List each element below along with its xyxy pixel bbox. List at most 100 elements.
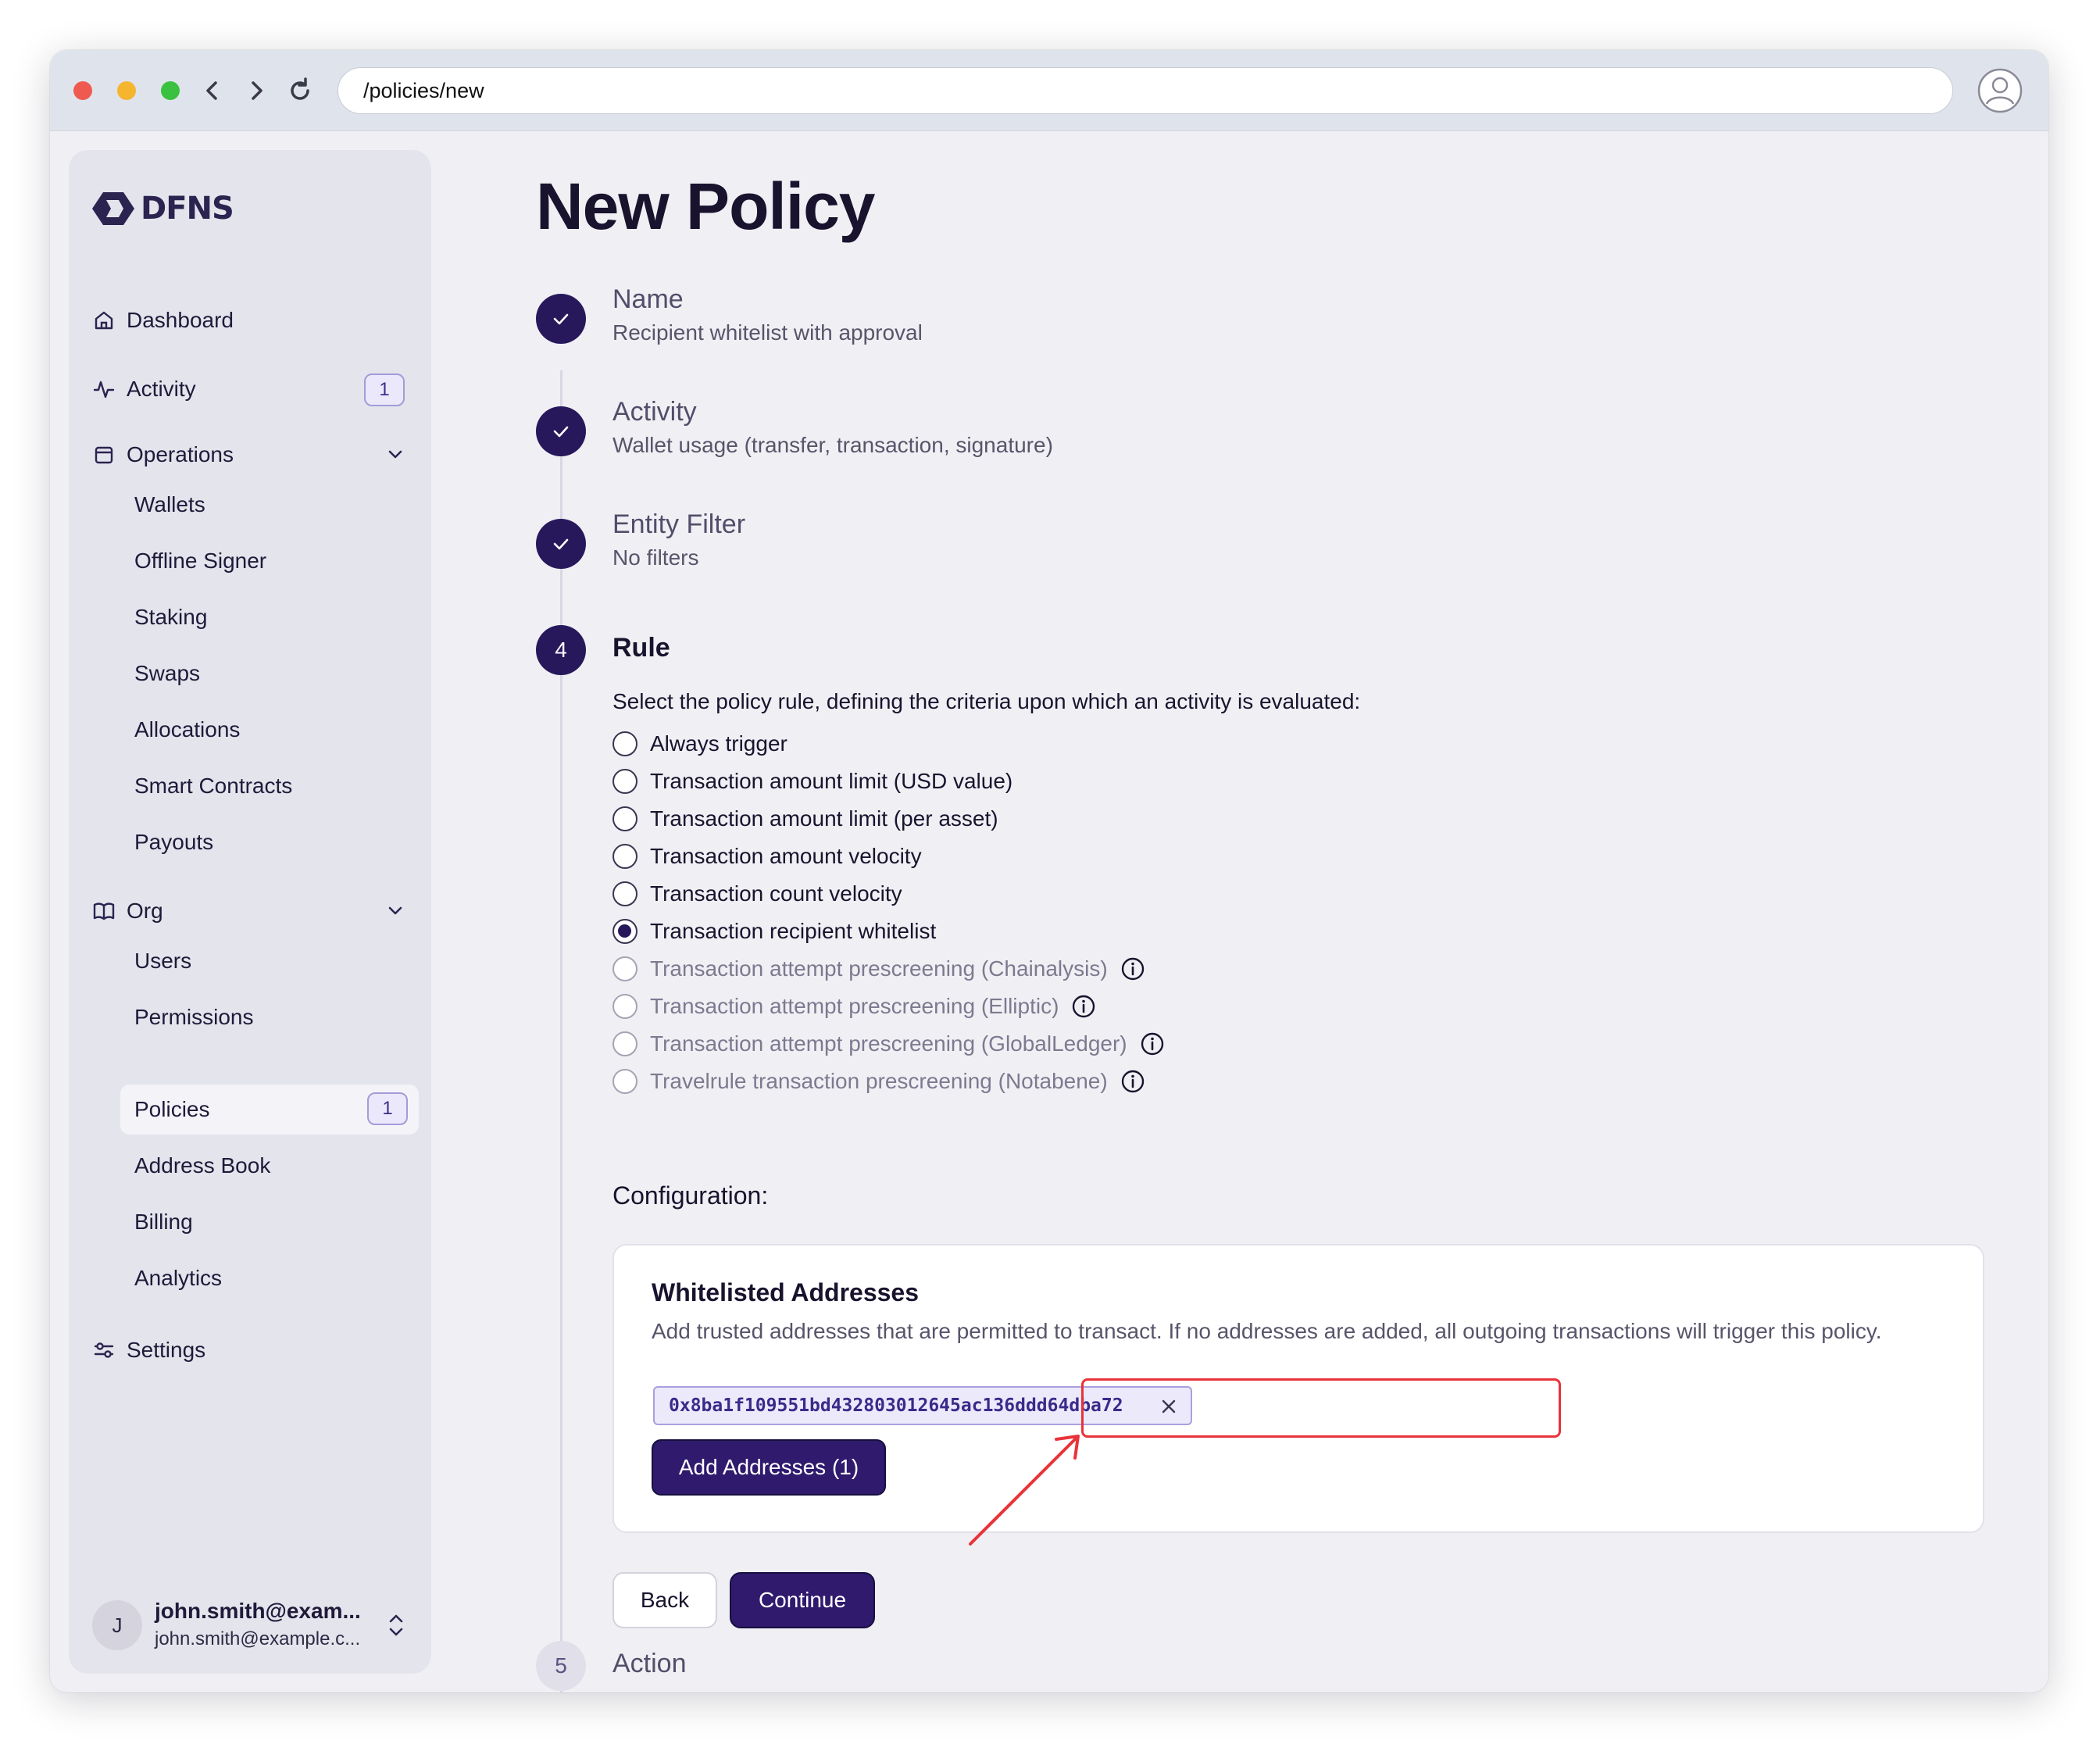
forward-nav-icon[interactable] (241, 75, 272, 106)
nav-item-wallets[interactable]: Wallets (134, 489, 205, 520)
rule-option-amount-limit-asset[interactable]: Transaction amount limit (per asset) (612, 803, 998, 834)
check-icon (553, 426, 569, 438)
main-content: New Policy Name Recipient whitelist with… (488, 50, 2048, 1692)
nav-activity[interactable]: Activity (92, 373, 196, 405)
step-2-complete-circle (536, 406, 586, 456)
radio-button[interactable] (612, 881, 638, 906)
radio-button-disabled (612, 994, 638, 1019)
back-button[interactable]: Back (612, 1572, 717, 1628)
radio-button-disabled (612, 1069, 638, 1094)
nav-activity-label: Activity (127, 377, 196, 401)
info-icon[interactable] (1140, 1031, 1165, 1056)
radio-button-selected[interactable] (612, 919, 638, 944)
info-icon[interactable] (1071, 994, 1096, 1019)
policies-count-badge: 1 (367, 1092, 408, 1125)
operations-chevron-down-icon[interactable] (384, 444, 406, 466)
radio-button[interactable] (612, 769, 638, 794)
step-1-title: Name (612, 284, 684, 314)
step-3-title: Entity Filter (612, 509, 746, 539)
radio-button-disabled (612, 956, 638, 981)
sidebar: DFNS Dashboard Activity 1 Operations Wal… (69, 150, 431, 1674)
nav-org-label: Org (127, 899, 163, 923)
nav-settings[interactable]: Settings (92, 1335, 205, 1366)
nav-item-staking[interactable]: Staking (134, 602, 207, 633)
nav-item-permissions[interactable]: Permissions (134, 1002, 253, 1033)
reload-icon[interactable] (284, 75, 316, 106)
nav-item-allocations[interactable]: Allocations (134, 714, 240, 745)
user-account-menu[interactable]: J john.smith@exam... john.smith@example.… (92, 1596, 420, 1655)
nav-item-users[interactable]: Users (134, 945, 191, 977)
step-3-description: No filters (612, 545, 699, 570)
activity-pulse-icon (93, 381, 115, 398)
rule-option-globalledger: Transaction attempt prescreening (Global… (612, 1028, 1165, 1060)
settings-sliders-icon (94, 1342, 114, 1358)
rule-option-amount-velocity[interactable]: Transaction amount velocity (612, 841, 922, 872)
step-2-description: Wallet usage (transfer, transaction, sig… (612, 433, 1053, 457)
rule-option-notabene: Travelrule transaction prescreening (Not… (612, 1066, 1145, 1097)
step-1-description: Recipient whitelist with approval (612, 320, 923, 345)
radio-button[interactable] (612, 844, 638, 869)
nav-org[interactable]: Org (92, 895, 163, 927)
nav-item-swaps[interactable]: Swaps (134, 658, 200, 689)
rule-option-label: Transaction amount limit (per asset) (650, 806, 998, 831)
nav-operations[interactable]: Operations (92, 439, 412, 470)
address-chip-text: 0x8ba1f109551bd432803012645ac136ddd64dba… (669, 1396, 1123, 1416)
rule-option-chainalysis: Transaction attempt prescreening (Chaina… (612, 953, 1145, 985)
dfns-logo[interactable]: DFNS (92, 189, 234, 228)
rule-option-label: Transaction attempt prescreening (Ellipt… (650, 994, 1059, 1018)
rule-option-label: Always trigger (650, 731, 788, 756)
rule-option-amount-limit-usd[interactable]: Transaction amount limit (USD value) (612, 766, 1012, 797)
maximize-window-dot[interactable] (161, 81, 180, 100)
step-2-title: Activity (612, 397, 697, 427)
nav-item-analytics[interactable]: Analytics (134, 1263, 222, 1294)
user-name: john.smith@exam... (155, 1599, 361, 1623)
nav-item-offline-signer[interactable]: Offline Signer (134, 545, 266, 577)
rule-option-label: Transaction count velocity (650, 881, 902, 906)
card-description: Add trusted addresses that are permitted… (652, 1319, 1882, 1343)
annotation-highlight-box (1081, 1378, 1561, 1438)
info-icon[interactable] (1120, 1069, 1145, 1094)
check-icon (553, 538, 569, 550)
minimize-window-dot[interactable] (117, 81, 136, 100)
rule-option-label: Transaction amount velocity (650, 844, 922, 868)
step-5-title: Action (612, 1649, 687, 1678)
info-icon[interactable] (1120, 956, 1145, 981)
rule-option-label: Travelrule transaction prescreening (Not… (650, 1069, 1108, 1093)
radio-button-disabled (612, 1031, 638, 1056)
nav-item-smart-contracts[interactable]: Smart Contracts (134, 770, 292, 802)
card-title: Whitelisted Addresses (652, 1278, 920, 1306)
close-window-dot[interactable] (73, 81, 92, 100)
nav-item-policies[interactable]: Policies (134, 1094, 209, 1125)
rule-option-label: Transaction amount limit (USD value) (650, 769, 1013, 793)
rule-option-always-trigger[interactable]: Always trigger (612, 728, 788, 759)
nav-operations-label: Operations (127, 442, 234, 466)
page-title: New Policy (536, 170, 876, 243)
nav-dashboard-label: Dashboard (127, 308, 234, 332)
nav-item-billing[interactable]: Billing (134, 1206, 193, 1238)
nav-item-address-book[interactable]: Address Book (134, 1150, 270, 1181)
nav-dashboard[interactable]: Dashboard (92, 305, 234, 336)
step-5-number-circle: 5 (536, 1641, 586, 1691)
radio-button[interactable] (612, 731, 638, 756)
rule-option-count-velocity[interactable]: Transaction count velocity (612, 878, 902, 910)
org-chevron-down-icon[interactable] (384, 900, 406, 922)
continue-button[interactable]: Continue (730, 1572, 875, 1628)
back-nav-icon[interactable] (197, 75, 228, 106)
rule-option-label: Transaction recipient whitelist (650, 919, 937, 943)
book-icon (93, 902, 115, 920)
rule-option-label: Transaction attempt prescreening (Global… (650, 1031, 1127, 1056)
avatar: J (92, 1600, 142, 1650)
chevron-up-down-icon[interactable] (384, 1611, 408, 1639)
nav-item-payouts[interactable]: Payouts (134, 827, 213, 858)
check-icon (553, 313, 569, 325)
user-email: john.smith@example.c... (155, 1628, 361, 1649)
operations-icon (95, 446, 113, 464)
rule-prompt: Select the policy rule, defining the cri… (612, 689, 1361, 713)
add-addresses-button[interactable]: Add Addresses (1) (652, 1439, 886, 1496)
rule-option-recipient-whitelist[interactable]: Transaction recipient whitelist (612, 916, 936, 947)
step-3-complete-circle (536, 519, 586, 569)
home-icon (95, 311, 113, 330)
dfns-logo-icon (92, 192, 134, 225)
annotation-arrow-icon (969, 1435, 1080, 1546)
radio-button[interactable] (612, 806, 638, 831)
